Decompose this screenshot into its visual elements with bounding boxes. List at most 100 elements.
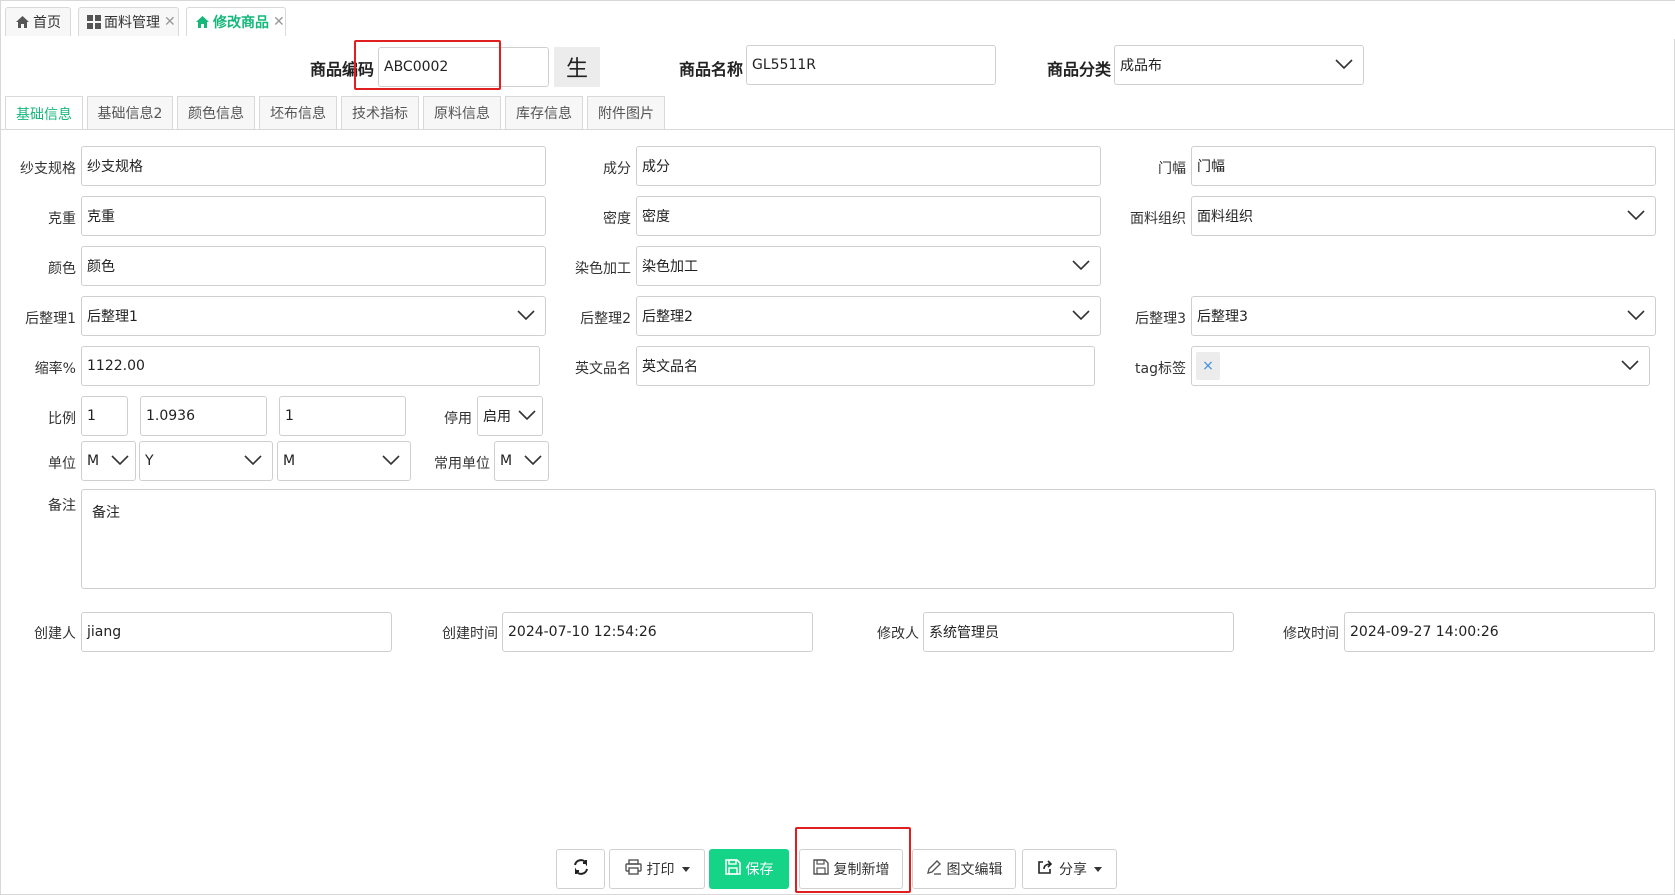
- product-name-label: 商品名称: [678, 60, 743, 79]
- share-icon: [1037, 859, 1054, 879]
- modified-time-input[interactable]: 2024-09-27 14:00:26: [1344, 612, 1655, 652]
- close-icon[interactable]: ✕: [273, 14, 285, 30]
- chevron-down-icon: [111, 455, 129, 465]
- close-icon[interactable]: ✕: [164, 14, 176, 30]
- dyeing-select[interactable]: 染色加工: [636, 246, 1101, 286]
- print-label: 打印: [646, 862, 675, 878]
- select-value: 面料组织: [1197, 209, 1253, 225]
- select-value: Y: [145, 453, 154, 469]
- subtab-basic-info[interactable]: 基础信息: [5, 96, 83, 130]
- chevron-down-icon: [244, 455, 262, 465]
- generate-code-button[interactable]: 生: [554, 47, 600, 87]
- select-value: M: [283, 453, 296, 469]
- rich-edit-label: 图文编辑: [946, 862, 1003, 878]
- subtab-greige-info[interactable]: 坯布信息: [259, 96, 337, 129]
- tag-label: tag标签: [1135, 361, 1186, 377]
- tab-home[interactable]: 首页: [5, 7, 71, 36]
- weave-select[interactable]: 面料组织: [1191, 196, 1656, 236]
- weight-label: 克重: [48, 211, 76, 227]
- chevron-down-icon: [1072, 260, 1090, 270]
- subtab-color-info[interactable]: 颜色信息: [177, 96, 255, 129]
- modifier-label: 修改人: [877, 626, 919, 642]
- product-category-label: 商品分类: [1046, 60, 1111, 79]
- density-label: 密度: [603, 211, 631, 227]
- tag-remove-icon[interactable]: ×: [1196, 352, 1220, 380]
- creator-label: 创建人: [34, 626, 76, 642]
- finishing2-select[interactable]: 后整理2: [636, 296, 1101, 336]
- chevron-down-icon: [1627, 310, 1645, 320]
- disable-select[interactable]: 启用: [477, 396, 543, 436]
- print-button[interactable]: 打印: [609, 849, 705, 889]
- tag-select[interactable]: [1191, 346, 1650, 386]
- select-value: M: [500, 453, 513, 469]
- refresh-icon: [572, 858, 590, 880]
- finishing1-label: 后整理1: [25, 311, 76, 327]
- select-value: 启用: [483, 409, 511, 425]
- width-input[interactable]: 门幅: [1191, 146, 1656, 186]
- remark-label: 备注: [48, 498, 76, 514]
- chevron-down-icon: [517, 310, 535, 320]
- subtab-basic-info-2[interactable]: 基础信息2: [87, 96, 173, 129]
- chevron-down-icon: [524, 455, 542, 465]
- ratio-input-1[interactable]: 1: [81, 396, 128, 436]
- ratio-input-3[interactable]: 1: [279, 396, 406, 436]
- product-code-label: 商品编码: [309, 60, 374, 79]
- select-value: M: [87, 453, 100, 469]
- share-label: 分享: [1059, 862, 1087, 878]
- product-code-input[interactable]: ABC0002: [378, 47, 549, 87]
- color-input[interactable]: 颜色: [81, 246, 546, 286]
- density-input[interactable]: 密度: [636, 196, 1101, 236]
- page: 首页 面料管理 ✕ 修改商品 ✕ 商品编码 ABC0002 生 商品名称 GL5…: [0, 0, 1675, 895]
- subtab-material-info[interactable]: 原料信息: [423, 96, 501, 129]
- save-button[interactable]: 保存: [709, 849, 789, 889]
- subtab-attachments[interactable]: 附件图片: [587, 96, 665, 129]
- subtab-divider: [1, 129, 1675, 130]
- modified-time-label: 修改时间: [1283, 626, 1339, 642]
- pencil-icon: [926, 859, 942, 879]
- unit-select-2[interactable]: Y: [139, 441, 273, 481]
- select-value: 后整理1: [87, 309, 138, 325]
- share-button[interactable]: 分享: [1022, 849, 1117, 889]
- created-time-input[interactable]: 2024-07-10 12:54:26: [502, 612, 813, 652]
- caret-down-icon: [681, 866, 690, 872]
- finishing1-select[interactable]: 后整理1: [81, 296, 546, 336]
- chevron-down-icon: [1621, 360, 1639, 370]
- finishing2-label: 后整理2: [580, 311, 631, 327]
- common-unit-select[interactable]: M: [494, 441, 549, 481]
- copy-new-button[interactable]: 复制新增: [799, 849, 903, 889]
- dyeing-label: 染色加工: [575, 261, 631, 277]
- tab-label: 面料管理: [104, 15, 160, 31]
- english-name-input[interactable]: 英文品名: [636, 346, 1095, 386]
- tab-bar: 首页 面料管理 ✕ 修改商品 ✕: [1, 1, 1675, 39]
- common-unit-label: 常用单位: [434, 456, 490, 472]
- home-icon: [195, 14, 210, 30]
- save-label: 保存: [745, 862, 774, 878]
- subtab-stock-info[interactable]: 库存信息: [505, 96, 583, 129]
- color-label: 颜色: [48, 261, 76, 277]
- subtab-tech-specs[interactable]: 技术指标: [341, 96, 419, 129]
- select-value: 后整理3: [1197, 309, 1248, 325]
- tab-fabric-management[interactable]: 面料管理 ✕: [78, 7, 179, 36]
- refresh-button[interactable]: [556, 849, 605, 889]
- width-label: 门幅: [1158, 161, 1186, 177]
- creator-input[interactable]: jiang: [81, 612, 392, 652]
- modifier-input[interactable]: 系统管理员: [923, 612, 1234, 652]
- tab-edit-product[interactable]: 修改商品 ✕: [186, 7, 286, 36]
- finishing3-select[interactable]: 后整理3: [1191, 296, 1656, 336]
- yarn-spec-label: 纱支规格: [20, 161, 76, 177]
- shrinkage-input[interactable]: 1122.00: [81, 346, 540, 386]
- rich-edit-button[interactable]: 图文编辑: [912, 849, 1016, 889]
- tab-label: 修改商品: [213, 15, 269, 31]
- product-category-select[interactable]: 成品布: [1114, 45, 1364, 85]
- chevron-down-icon: [518, 410, 536, 420]
- unit-select-1[interactable]: M: [81, 441, 136, 481]
- select-value: 染色加工: [642, 259, 698, 275]
- composition-input[interactable]: 成分: [636, 146, 1101, 186]
- product-name-input[interactable]: GL5511R: [746, 45, 996, 85]
- remark-textarea[interactable]: 备注: [81, 489, 1656, 589]
- yarn-spec-input[interactable]: 纱支规格: [81, 146, 546, 186]
- chevron-down-icon: [1072, 310, 1090, 320]
- ratio-input-2[interactable]: 1.0936: [140, 396, 267, 436]
- unit-select-3[interactable]: M: [277, 441, 411, 481]
- weight-input[interactable]: 克重: [81, 196, 546, 236]
